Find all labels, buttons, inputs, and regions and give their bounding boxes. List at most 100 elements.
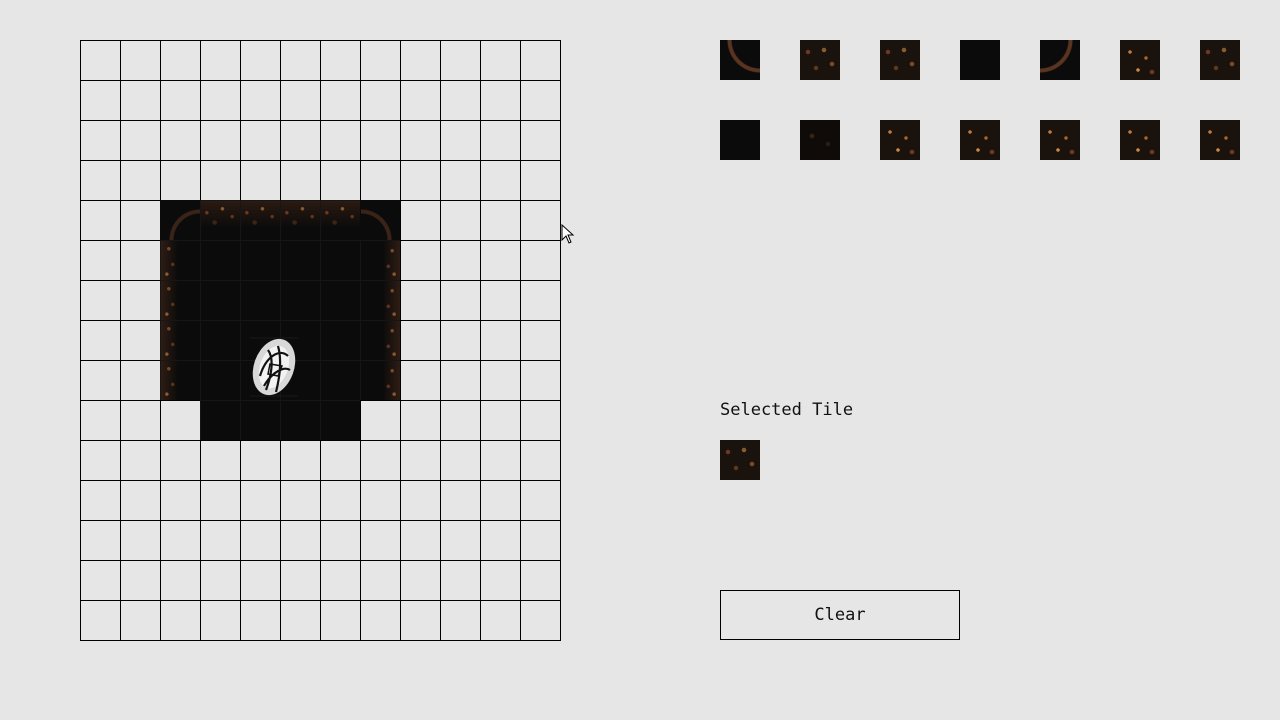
map-cell[interactable] <box>400 520 440 560</box>
map-cell[interactable] <box>320 560 360 600</box>
map-cell[interactable] <box>440 520 480 560</box>
clear-button[interactable]: Clear <box>720 590 960 640</box>
map-cell[interactable] <box>440 600 480 641</box>
map-cell[interactable] <box>160 80 200 120</box>
map-cell[interactable] <box>240 280 280 320</box>
map-cell[interactable] <box>200 480 240 520</box>
map-cell[interactable] <box>520 240 561 280</box>
map-cell[interactable] <box>480 560 520 600</box>
map-cell[interactable] <box>80 400 120 440</box>
palette-tile[interactable] <box>800 40 840 80</box>
map-cell[interactable] <box>400 440 440 480</box>
map-cell[interactable] <box>360 440 400 480</box>
map-cell[interactable] <box>400 240 440 280</box>
map-cell[interactable] <box>280 520 320 560</box>
map-cell[interactable] <box>200 120 240 160</box>
map-cell[interactable] <box>320 600 360 641</box>
map-cell[interactable] <box>440 280 480 320</box>
map-cell[interactable] <box>80 480 120 520</box>
map-cell[interactable] <box>400 480 440 520</box>
map-cell[interactable] <box>80 40 120 80</box>
map-cell[interactable] <box>240 200 280 240</box>
map-cell[interactable] <box>240 560 280 600</box>
map-cell[interactable] <box>480 240 520 280</box>
map-cell[interactable] <box>520 600 561 641</box>
map-cell[interactable] <box>160 200 200 240</box>
map-cell[interactable] <box>120 600 160 641</box>
map-cell[interactable] <box>440 400 480 440</box>
map-cell[interactable] <box>400 600 440 641</box>
map-cell[interactable] <box>520 480 561 520</box>
map-cell[interactable] <box>200 40 240 80</box>
map-cell[interactable] <box>360 80 400 120</box>
map-cell[interactable] <box>360 40 400 80</box>
map-cell[interactable] <box>360 560 400 600</box>
map-cell[interactable] <box>120 120 160 160</box>
map-cell[interactable] <box>520 360 561 400</box>
map-cell[interactable] <box>480 600 520 641</box>
map-cell[interactable] <box>120 440 160 480</box>
map-cell[interactable] <box>360 320 400 360</box>
map-cell[interactable] <box>480 520 520 560</box>
map-cell[interactable] <box>120 400 160 440</box>
map-cell[interactable] <box>240 160 280 200</box>
map-cell[interactable] <box>440 480 480 520</box>
map-cell[interactable] <box>360 480 400 520</box>
map-cell[interactable] <box>440 240 480 280</box>
map-cell[interactable] <box>320 520 360 560</box>
map-cell[interactable] <box>280 560 320 600</box>
map-cell[interactable] <box>200 80 240 120</box>
map-cell[interactable] <box>160 320 200 360</box>
map-cell[interactable] <box>80 280 120 320</box>
map-cell[interactable] <box>280 160 320 200</box>
map-cell[interactable] <box>280 280 320 320</box>
map-cell[interactable] <box>320 240 360 280</box>
map-cell[interactable] <box>160 440 200 480</box>
map-cell[interactable] <box>480 120 520 160</box>
map-cell[interactable] <box>360 120 400 160</box>
map-cell[interactable] <box>480 480 520 520</box>
map-cell[interactable] <box>160 600 200 641</box>
palette-tile[interactable] <box>1040 40 1080 80</box>
map-cell[interactable] <box>280 240 320 280</box>
map-cell[interactable] <box>320 440 360 480</box>
map-cell[interactable] <box>240 600 280 641</box>
map-cell[interactable] <box>480 160 520 200</box>
palette-tile[interactable] <box>720 40 760 80</box>
map-cell[interactable] <box>120 240 160 280</box>
map-cell[interactable] <box>320 360 360 400</box>
map-cell[interactable] <box>520 440 561 480</box>
map-cell[interactable] <box>200 240 240 280</box>
map-cell[interactable] <box>400 320 440 360</box>
palette-tile[interactable] <box>1200 120 1240 160</box>
map-cell[interactable] <box>80 520 120 560</box>
map-cell[interactable] <box>520 160 561 200</box>
map-cell[interactable] <box>200 560 240 600</box>
map-cell[interactable] <box>480 40 520 80</box>
map-cell[interactable] <box>240 40 280 80</box>
map-cell[interactable] <box>280 440 320 480</box>
map-cell[interactable] <box>200 400 240 440</box>
map-cell[interactable] <box>480 200 520 240</box>
map-cell[interactable] <box>360 240 400 280</box>
map-cell[interactable] <box>240 440 280 480</box>
map-cell[interactable] <box>160 160 200 200</box>
map-cell[interactable] <box>160 280 200 320</box>
map-cell[interactable] <box>400 200 440 240</box>
map-cell[interactable] <box>280 120 320 160</box>
map-cell[interactable] <box>520 560 561 600</box>
map-cell[interactable] <box>160 40 200 80</box>
map-cell[interactable] <box>520 200 561 240</box>
palette-tile[interactable] <box>800 120 840 160</box>
map-cell[interactable] <box>160 120 200 160</box>
map-cell[interactable] <box>360 600 400 641</box>
map-cell[interactable] <box>440 560 480 600</box>
map-cell[interactable] <box>200 600 240 641</box>
map-cell[interactable] <box>160 240 200 280</box>
map-cell[interactable] <box>440 440 480 480</box>
map-cell[interactable] <box>200 200 240 240</box>
map-cell[interactable] <box>400 160 440 200</box>
map-cell[interactable] <box>320 400 360 440</box>
map-cell[interactable] <box>440 80 480 120</box>
map-cell[interactable] <box>120 520 160 560</box>
